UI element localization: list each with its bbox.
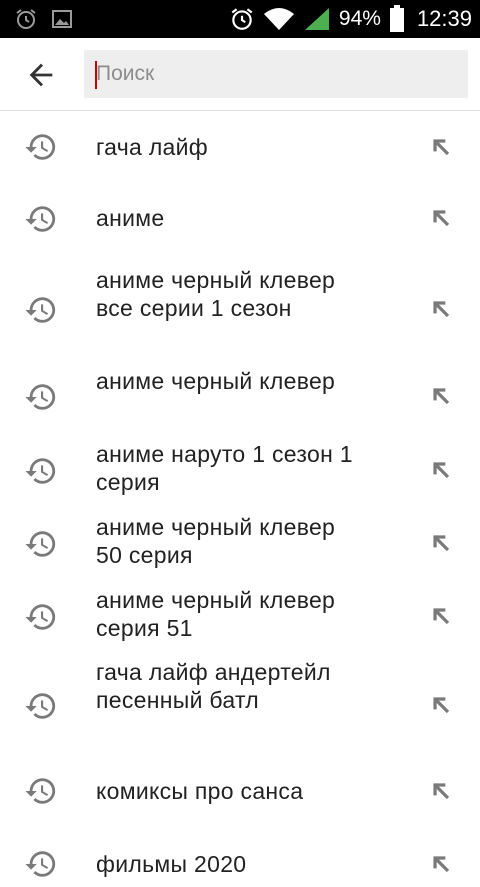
history-icon <box>25 206 56 232</box>
history-item-text: аниме черный клевер 50 серия <box>96 514 336 568</box>
history-icon <box>25 458 56 484</box>
history-icon <box>25 693 56 719</box>
image-icon <box>52 10 72 28</box>
search-header <box>0 38 480 111</box>
history-item-text: аниме <box>96 205 165 231</box>
history-item[interactable]: аниме наруто 1 сезон 1 серия <box>0 434 480 507</box>
history-item-text: аниме черный клевер <box>96 368 336 394</box>
history-icon <box>25 851 56 877</box>
fill-query-arrow-icon[interactable] <box>428 603 454 629</box>
history-icon <box>25 604 56 630</box>
history-icon <box>25 531 56 557</box>
fill-query-arrow-icon[interactable] <box>428 296 454 322</box>
history-item-text: комиксы про санса <box>96 778 304 804</box>
history-item-text: гача лайф <box>96 134 209 160</box>
alarm-icon <box>16 9 36 29</box>
fill-query-arrow-icon[interactable] <box>428 457 454 483</box>
history-item[interactable]: аниме черный клевер все серии 1 сезон <box>0 256 480 362</box>
search-input[interactable] <box>96 50 456 98</box>
history-icon <box>25 134 56 160</box>
history-icon <box>25 778 56 804</box>
battery-icon <box>389 5 404 32</box>
history-item[interactable]: гача лайф андертейл песенный батл <box>0 653 480 757</box>
search-history-list: гача лайф аниме аниме черный клевер все … <box>0 112 480 887</box>
alarm-icon <box>231 8 253 30</box>
history-item-text: гача лайф андертейл песенный батл <box>96 659 331 713</box>
history-item[interactable]: аниме <box>0 182 480 256</box>
history-icon <box>25 297 56 323</box>
status-bar: 94% 12:39 <box>0 0 480 38</box>
history-item[interactable]: аниме черный клевер серия 51 <box>0 580 480 653</box>
history-item[interactable]: фильмы 2020 <box>0 827 480 887</box>
wifi-icon <box>263 8 294 30</box>
history-item[interactable]: комиксы про санса <box>0 757 480 827</box>
search-box[interactable] <box>84 50 468 98</box>
battery-percent: 94% <box>338 7 381 30</box>
fill-query-arrow-icon[interactable] <box>428 205 454 231</box>
history-item[interactable]: гача лайф <box>0 112 480 182</box>
clock: 12:39 <box>416 6 472 31</box>
fill-query-arrow-icon[interactable] <box>428 778 454 804</box>
fill-query-arrow-icon[interactable] <box>428 134 454 160</box>
signal-icon <box>304 8 329 30</box>
fill-query-arrow-icon[interactable] <box>428 383 454 409</box>
fill-query-arrow-icon[interactable] <box>428 692 454 718</box>
arrow-back-icon[interactable] <box>24 58 58 92</box>
history-icon <box>25 384 56 410</box>
history-item[interactable]: аниме черный клевер 50 серия <box>0 507 480 580</box>
history-item[interactable]: аниме черный клевер <box>0 362 480 434</box>
history-item-text: фильмы 2020 <box>96 851 247 877</box>
history-item-text: аниме черный клевер серия 51 <box>96 587 336 641</box>
history-item-text: аниме наруто 1 сезон 1 серия <box>96 441 353 495</box>
history-item-text: аниме черный клевер все серии 1 сезон <box>96 267 336 321</box>
fill-query-arrow-icon[interactable] <box>428 851 454 877</box>
fill-query-arrow-icon[interactable] <box>428 530 454 556</box>
